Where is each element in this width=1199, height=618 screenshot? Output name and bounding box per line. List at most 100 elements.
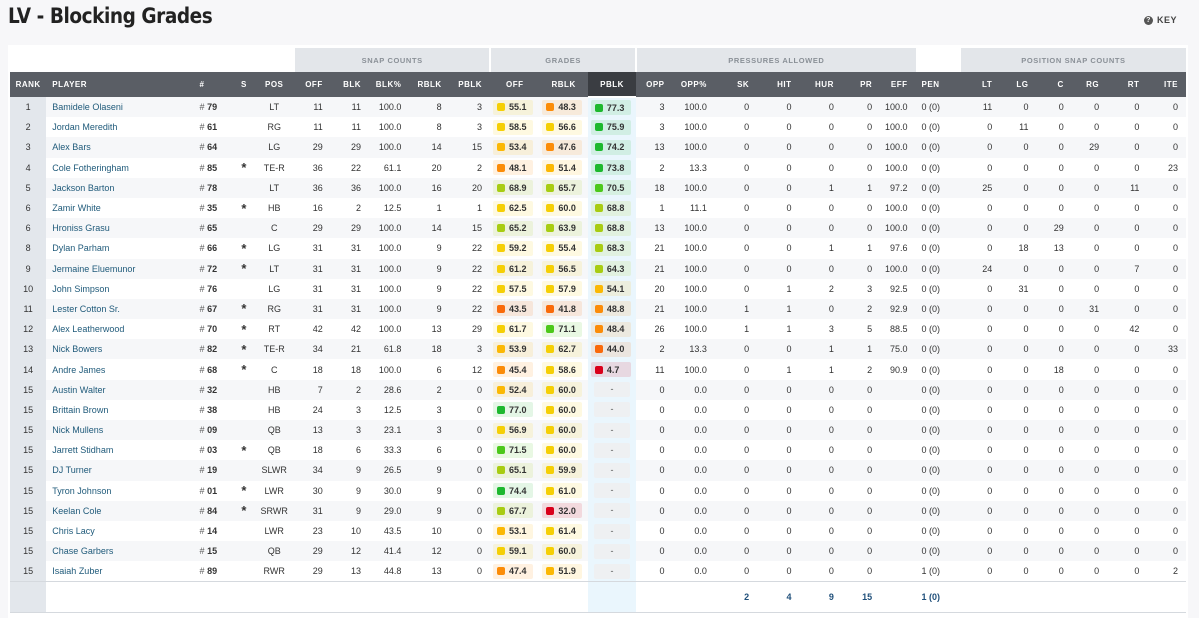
column-header-opp-13[interactable]: OPP	[636, 72, 673, 97]
position-snaps-c: 0	[1036, 460, 1072, 481]
position-snaps-rg: 0	[1071, 460, 1108, 481]
column-header-off-5[interactable]: OFF	[294, 72, 331, 97]
column-header-eff-19[interactable]: EFF	[880, 72, 916, 97]
grade-pblk: -	[587, 480, 637, 501]
position-cell: RG	[254, 117, 295, 138]
column-header-rt-25[interactable]: RT	[1107, 72, 1148, 97]
column-header-pr-18[interactable]: PR	[841, 72, 881, 97]
pressure-oppp: 0.0	[672, 399, 715, 420]
player-link[interactable]: Austin Walter	[46, 379, 194, 400]
table-row: 15 Chase Garbers # 15 QB 29 12 41.4 12 0 59.1 60.0…	[10, 541, 1186, 562]
grade-color-icon	[594, 365, 603, 374]
column-header-player-1[interactable]: PLAYER	[46, 72, 194, 97]
grade-value: 48.8	[606, 303, 625, 314]
position-snaps-ite: 0	[1147, 319, 1186, 340]
column-header-blk-6[interactable]: BLK	[330, 72, 370, 97]
key-label: KEY	[1156, 15, 1177, 25]
key-button[interactable]: ? KEY	[1143, 15, 1177, 25]
column-header-hur-17[interactable]: HUR	[799, 72, 842, 97]
player-link[interactable]: Bamidele Olaseni	[46, 97, 194, 118]
jersey-number: # 09	[193, 420, 234, 441]
player-link[interactable]: Keelan Cole	[46, 500, 194, 521]
column-header-rblk-8[interactable]: RBLK	[409, 72, 450, 97]
grade-chip: 74.4	[493, 483, 534, 499]
column-header-ite-26[interactable]: ITE	[1147, 72, 1186, 97]
grade-pblk: 77.3	[587, 97, 637, 118]
pressure-hur: 0	[799, 480, 842, 501]
column-header-pos-4[interactable]: POS	[254, 72, 295, 97]
position-cell: QB	[254, 440, 295, 461]
column-header-rank-0[interactable]: RANK	[10, 72, 47, 97]
grade-color-icon	[594, 345, 603, 354]
pressure-eff: 100.0	[880, 97, 916, 118]
position-snaps-lg: 0	[1000, 480, 1037, 501]
grade-chip: 59.1	[493, 543, 534, 559]
player-link[interactable]: Lester Cotton Sr.	[46, 298, 194, 320]
player-link[interactable]: Nick Mullens	[46, 420, 194, 441]
grade-empty: -	[593, 483, 631, 499]
pressure-pr: 0	[841, 117, 881, 138]
column-header-lg-22[interactable]: LG	[1000, 72, 1037, 97]
column-header-rg-24[interactable]: RG	[1071, 72, 1108, 97]
player-link[interactable]: John Simpson	[46, 278, 194, 299]
snap-pblk: 15	[449, 137, 491, 158]
player-link[interactable]: Andre James	[46, 359, 194, 380]
pressure-pr: 0	[841, 480, 881, 501]
column-header-hit-16[interactable]: HIT	[757, 72, 800, 97]
player-link[interactable]: Cole Fotheringham	[46, 157, 194, 178]
rank-cell: 4	[10, 157, 47, 178]
pressure-hit: 1	[757, 359, 800, 380]
pressure-sk: 0	[714, 460, 758, 481]
column-header-blk-pct-7[interactable]: BLK%	[369, 72, 410, 97]
player-link[interactable]: Jarrett Stidham	[46, 440, 194, 461]
table-row: 15 Chris Lacy # 14 LWR 23 10 43.5 10 0 53.1 61.4-0…	[10, 520, 1186, 542]
pressure-opp: 21	[636, 298, 673, 320]
pressure-oppp: 100.0	[672, 258, 715, 279]
grade-chip: 51.9	[542, 563, 583, 579]
pressure-pr: 0	[841, 460, 881, 481]
player-link[interactable]: Alex Leatherwood	[46, 319, 194, 340]
player-link[interactable]: Dylan Parham	[46, 238, 194, 259]
player-link[interactable]: Isaiah Zuber	[46, 561, 194, 582]
grade-rblk: 61.0	[539, 480, 588, 501]
snap-pblk: 29	[449, 319, 491, 340]
player-link[interactable]: Zamir White	[46, 197, 194, 219]
pressure-opp: 18	[636, 177, 673, 198]
column-header-opp-pct-14[interactable]: OPP%	[672, 72, 715, 97]
column-header-sk-15[interactable]: SK	[714, 72, 758, 97]
column-header-pblk-9[interactable]: PBLK	[449, 72, 491, 97]
column-header-pen-20[interactable]: PEN	[915, 72, 960, 97]
position-snaps-lt: 0	[959, 541, 1001, 562]
position-snaps-lt: 0	[959, 359, 1001, 380]
player-link[interactable]: Jackson Barton	[46, 177, 194, 198]
position-snaps-rt: 0	[1107, 137, 1148, 158]
column-header-off-10[interactable]: OFF	[490, 72, 540, 97]
column-header-rblk-11[interactable]: RBLK	[539, 72, 588, 97]
snap-off: 36	[294, 177, 331, 198]
column-header-pblk-12[interactable]: PBLK	[587, 72, 637, 98]
player-link[interactable]: Jordan Meredith	[46, 117, 194, 138]
player-link[interactable]: Chase Garbers	[46, 541, 194, 562]
column-header-c-23[interactable]: C	[1036, 72, 1072, 97]
player-link[interactable]: Tyron Johnson	[46, 480, 194, 501]
position-snaps-lg: 0	[1000, 339, 1037, 360]
position-cell: QB	[254, 420, 295, 441]
pressure-hur: 0	[799, 541, 842, 562]
pressure-oppp: 13.3	[672, 157, 715, 178]
player-link[interactable]: Alex Bars	[46, 137, 194, 158]
player-link[interactable]: Chris Lacy	[46, 520, 194, 542]
snap-off: 13	[294, 420, 331, 441]
grade-empty: -	[593, 422, 631, 438]
snap-rblk: 10	[409, 520, 450, 542]
player-link[interactable]: Brittain Brown	[46, 399, 194, 420]
player-link[interactable]: DJ Turner	[46, 460, 194, 481]
snap-pblk: 22	[449, 298, 491, 320]
player-link[interactable]: Hroniss Grasu	[46, 218, 194, 239]
player-link[interactable]: Jermaine Eluemunor	[46, 258, 194, 279]
position-snaps-c: 0	[1036, 97, 1072, 118]
penalties-cell: 0 (0)	[915, 359, 960, 380]
column-header-number-2[interactable]: #	[193, 72, 234, 97]
column-header-s-3[interactable]: S	[233, 72, 255, 97]
player-link[interactable]: Nick Bowers	[46, 339, 194, 360]
column-header-lt-21[interactable]: LT	[959, 72, 1001, 97]
